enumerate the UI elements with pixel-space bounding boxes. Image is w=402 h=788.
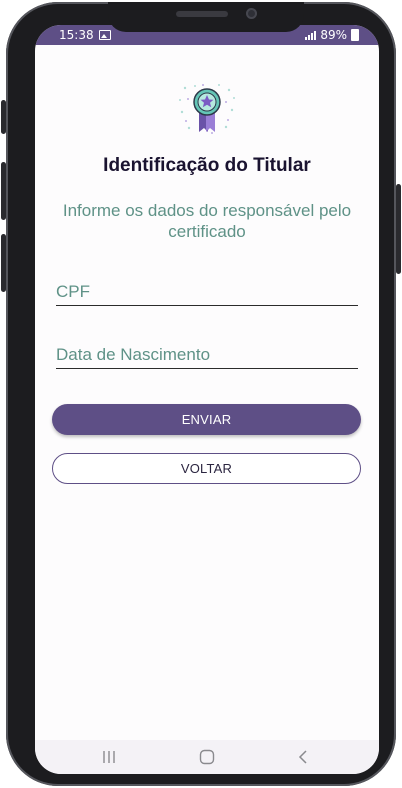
certificate-badge-icon [177,82,237,136]
battery-icon [351,29,359,41]
navigation-bar [35,740,379,774]
volume-down-button [1,234,6,292]
speaker-grille [176,11,228,17]
battery-percent: 89% [320,28,347,42]
volume-button [1,100,6,134]
cpf-input[interactable] [56,279,358,306]
app-screen: 15:38 89% Identificação do Titular Infor… [35,25,379,774]
page-subtitle: Informe os dados do responsável pelo cer… [62,201,352,241]
front-camera-icon [246,8,257,19]
recent-apps-icon[interactable] [97,748,121,766]
page-title: Identificação do Titular [103,155,311,176]
image-icon [98,30,111,40]
home-icon[interactable] [195,748,219,766]
camera-notch [108,2,304,32]
volume-up-button [1,162,6,220]
submit-button[interactable]: ENVIAR [52,404,361,435]
back-icon[interactable] [291,748,315,766]
signal-icon [305,30,317,40]
status-time: 15:38 [59,28,94,42]
back-button[interactable]: VOLTAR [52,453,361,484]
power-button [396,184,401,274]
phone-frame: 15:38 89% Identificação do Titular Infor… [1,2,401,786]
birthdate-input[interactable] [56,342,358,369]
